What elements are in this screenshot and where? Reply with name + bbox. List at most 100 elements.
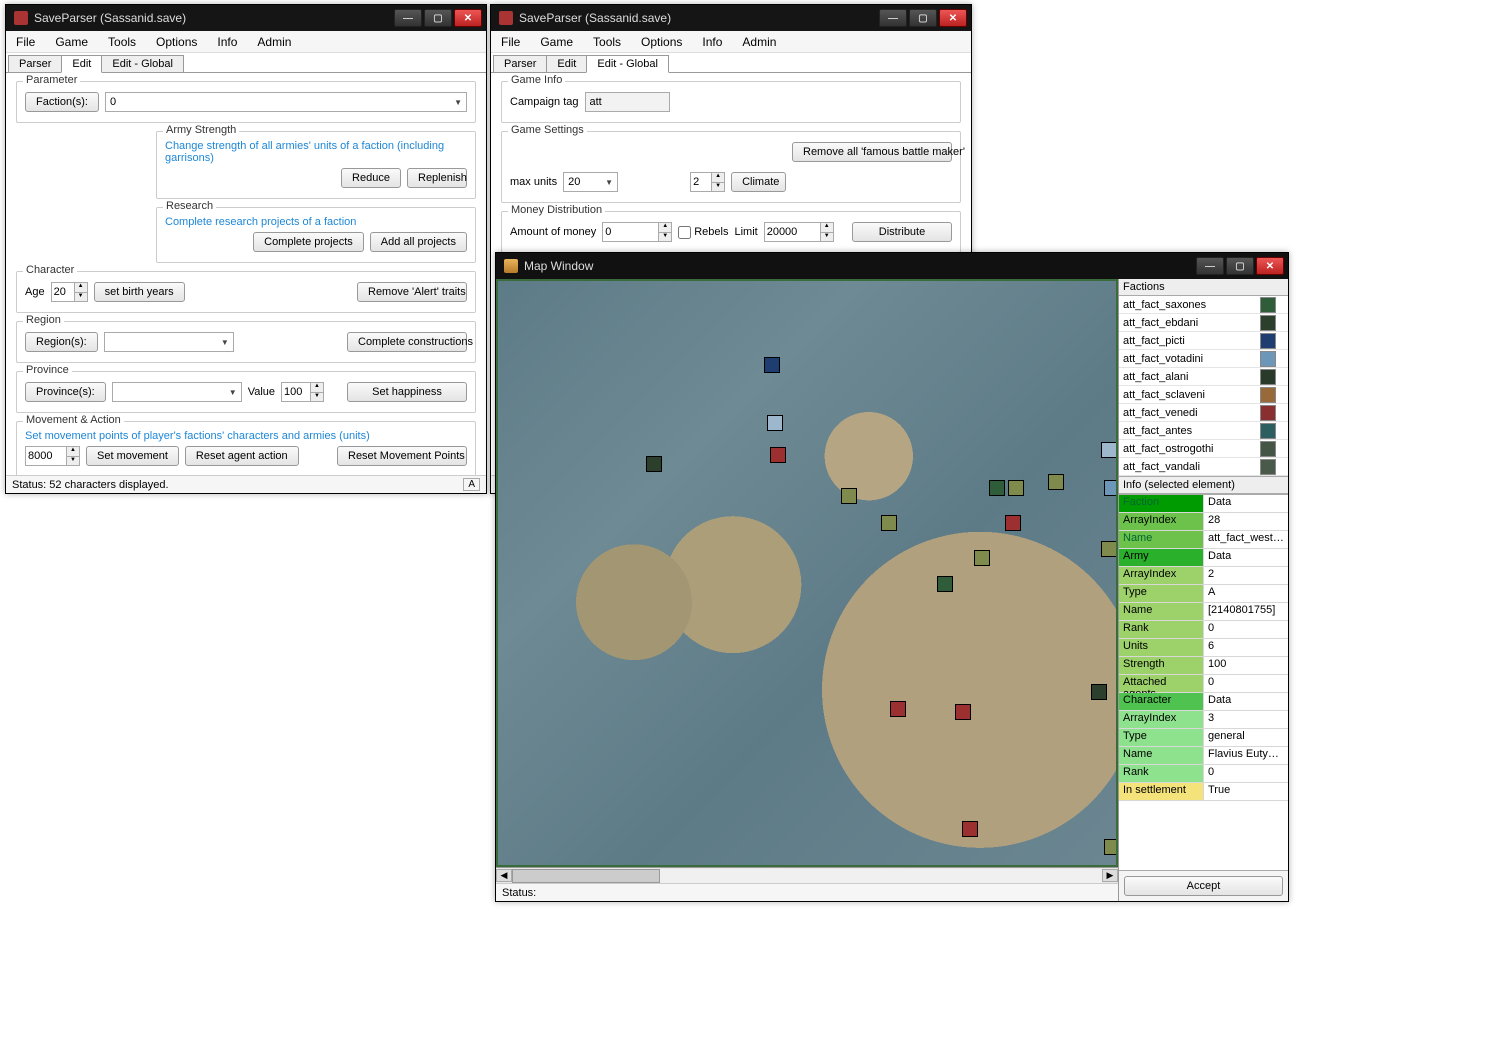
remove-famous-battle-maker-button[interactable]: Remove all 'famous battle maker'	[792, 142, 952, 162]
menu-options[interactable]: Options	[637, 33, 686, 51]
info-row[interactable]: Nameatt_fact_wester...	[1119, 531, 1288, 549]
close-button[interactable]: ✕	[1256, 257, 1284, 275]
menu-admin[interactable]: Admin	[738, 33, 780, 51]
age-input[interactable]	[52, 285, 74, 299]
close-button[interactable]: ✕	[939, 9, 967, 27]
complete-constructions-button[interactable]: Complete constructions	[347, 332, 467, 352]
tab-parser[interactable]: Parser	[493, 55, 547, 72]
map-marker[interactable]	[962, 821, 978, 837]
map-marker[interactable]	[646, 456, 662, 472]
map-marker[interactable]	[881, 515, 897, 531]
menu-tools[interactable]: Tools	[104, 33, 140, 51]
map-marker[interactable]	[1104, 839, 1118, 855]
faction-item[interactable]: att_fact_vandali	[1119, 458, 1288, 476]
faction-item[interactable]: att_fact_saxones	[1119, 296, 1288, 314]
info-grid[interactable]: FactionDataArrayIndex28Nameatt_fact_west…	[1119, 494, 1288, 870]
menu-info[interactable]: Info	[213, 33, 241, 51]
titlebar[interactable]: Map Window — ▢ ✕	[496, 253, 1288, 279]
faction-item[interactable]: att_fact_alani	[1119, 368, 1288, 386]
minimize-button[interactable]: —	[1196, 257, 1224, 275]
menu-info[interactable]: Info	[698, 33, 726, 51]
factions-list[interactable]: att_fact_saxonesatt_fact_ebdaniatt_fact_…	[1119, 296, 1288, 477]
province-button[interactable]: Province(s):	[25, 382, 106, 402]
faction-item[interactable]: att_fact_antes	[1119, 422, 1288, 440]
movement-spinner[interactable]: ▲▼	[25, 446, 80, 466]
accept-button[interactable]: Accept	[1124, 876, 1283, 896]
amount-spinner[interactable]: ▲▼	[602, 222, 672, 242]
menu-options[interactable]: Options	[152, 33, 201, 51]
titlebar[interactable]: SaveParser (Sassanid.save) — ▢ ✕	[6, 5, 486, 31]
set-happiness-button[interactable]: Set happiness	[347, 382, 467, 402]
map-marker[interactable]	[890, 701, 906, 717]
reduce-button[interactable]: Reduce	[341, 168, 401, 188]
menu-game[interactable]: Game	[51, 33, 92, 51]
reset-agent-action-button[interactable]: Reset agent action	[185, 446, 299, 466]
info-row[interactable]: Typegeneral	[1119, 729, 1288, 747]
faction-item[interactable]: att_fact_ostrogothi	[1119, 440, 1288, 458]
horizontal-scrollbar[interactable]: ◀ ▶	[496, 867, 1118, 883]
faction-item[interactable]: att_fact_votadini	[1119, 350, 1288, 368]
value-input[interactable]	[282, 385, 310, 399]
movement-input[interactable]	[26, 449, 66, 463]
limit-spinner[interactable]: ▲▼	[764, 222, 834, 242]
add-all-projects-button[interactable]: Add all projects	[370, 232, 467, 252]
close-button[interactable]: ✕	[454, 9, 482, 27]
map-canvas[interactable]	[496, 279, 1118, 867]
region-combo[interactable]: ▼	[104, 332, 234, 352]
menu-tools[interactable]: Tools	[589, 33, 625, 51]
map-marker[interactable]	[955, 704, 971, 720]
region-button[interactable]: Region(s):	[25, 332, 98, 352]
map-marker[interactable]	[770, 447, 786, 463]
num-spinner[interactable]: ▲▼	[690, 172, 725, 192]
tab-edit-global[interactable]: Edit - Global	[101, 55, 184, 72]
value-spinner[interactable]: ▲▼	[281, 382, 324, 402]
faction-item[interactable]: att_fact_venedi	[1119, 404, 1288, 422]
faction-item[interactable]: att_fact_picti	[1119, 332, 1288, 350]
map-marker[interactable]	[1091, 684, 1107, 700]
tab-parser[interactable]: Parser	[8, 55, 62, 72]
info-row[interactable]: Units6	[1119, 639, 1288, 657]
set-birth-years-button[interactable]: set birth years	[94, 282, 185, 302]
info-row[interactable]: Attached agents0	[1119, 675, 1288, 693]
tab-edit[interactable]: Edit	[546, 55, 587, 72]
menu-file[interactable]: File	[497, 33, 524, 51]
info-row[interactable]: Name[2140801755]	[1119, 603, 1288, 621]
replenish-button[interactable]: Replenish	[407, 168, 467, 188]
menu-game[interactable]: Game	[536, 33, 577, 51]
info-row[interactable]: CharacterData	[1119, 693, 1288, 711]
complete-projects-button[interactable]: Complete projects	[253, 232, 364, 252]
faction-combo[interactable]: 0 ▼	[105, 92, 467, 112]
distribute-button[interactable]: Distribute	[852, 222, 952, 242]
minimize-button[interactable]: —	[394, 9, 422, 27]
info-row[interactable]: ArrayIndex28	[1119, 513, 1288, 531]
info-row[interactable]: Rank0	[1119, 621, 1288, 639]
map-marker[interactable]	[1008, 480, 1024, 496]
info-row[interactable]: Strength100	[1119, 657, 1288, 675]
maximize-button[interactable]: ▢	[1226, 257, 1254, 275]
reset-movement-points-button[interactable]: Reset Movement Points	[337, 446, 467, 466]
set-movement-button[interactable]: Set movement	[86, 446, 179, 466]
max-units-combo[interactable]: 20▼	[563, 172, 618, 192]
info-row[interactable]: ArmyData	[1119, 549, 1288, 567]
info-row[interactable]: In settlementTrue	[1119, 783, 1288, 801]
faction-item[interactable]: att_fact_sclaveni	[1119, 386, 1288, 404]
faction-button[interactable]: Faction(s):	[25, 92, 99, 112]
age-spinner[interactable]: ▲▼	[51, 282, 88, 302]
rebels-checkbox[interactable]: Rebels	[678, 226, 728, 239]
map-marker[interactable]	[841, 488, 857, 504]
map-marker[interactable]	[1048, 474, 1064, 490]
map-marker[interactable]	[1104, 480, 1118, 496]
info-row[interactable]: NameFlavius Eutychia...	[1119, 747, 1288, 765]
map-marker[interactable]	[989, 480, 1005, 496]
map-marker[interactable]	[937, 576, 953, 592]
maximize-button[interactable]: ▢	[909, 9, 937, 27]
scroll-right-icon[interactable]: ▶	[1102, 869, 1118, 882]
climate-button[interactable]: Climate	[731, 172, 786, 192]
tab-edit[interactable]: Edit	[61, 55, 102, 73]
map-marker[interactable]	[974, 550, 990, 566]
info-row[interactable]: ArrayIndex3	[1119, 711, 1288, 729]
amount-input[interactable]	[603, 225, 658, 239]
num-input[interactable]	[691, 175, 711, 189]
limit-input[interactable]	[765, 225, 820, 239]
info-row[interactable]: TypeA	[1119, 585, 1288, 603]
